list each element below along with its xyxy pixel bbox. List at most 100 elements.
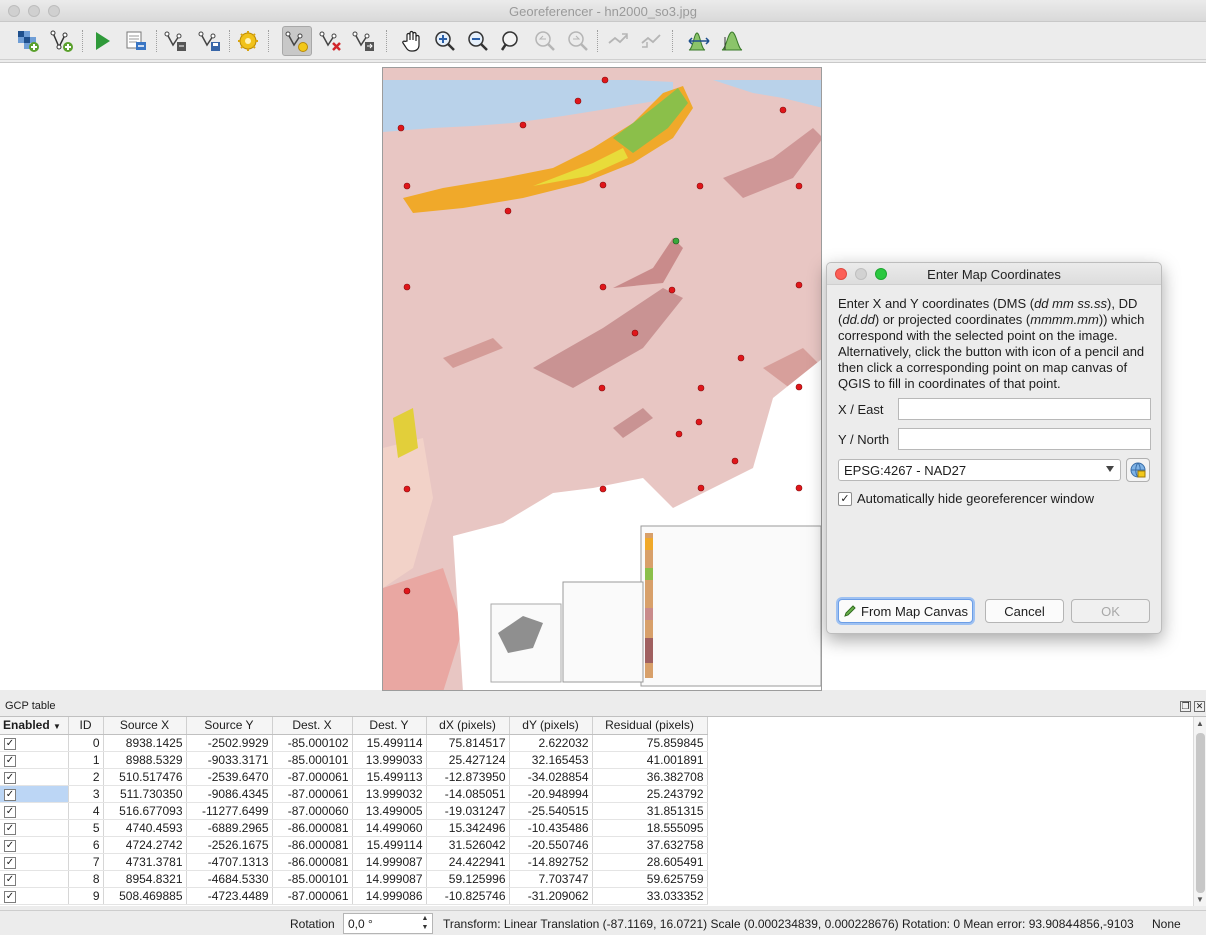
generate-gdal-script-icon[interactable]	[121, 26, 151, 56]
gcp-cell-res[interactable]: 59.625759	[592, 870, 708, 888]
gcp-table-row[interactable]: ✓ 9 508.469885 -4723.4489 -87.000061 14.99908…	[0, 887, 708, 905]
gcp-table-row[interactable]: ✓ 3 511.730350 -9086.4345 -87.000061 13.99903…	[0, 785, 708, 803]
gcp-cell-py[interactable]: 2.622032	[509, 734, 593, 752]
gcp-cell-id[interactable]: 3	[68, 785, 104, 803]
zoom-out-icon[interactable]	[463, 26, 493, 56]
gcp-cell-py[interactable]: -10.435486	[509, 819, 593, 837]
gcp-cell-dy[interactable]: 15.499114	[352, 734, 427, 752]
gcp-cell-dy[interactable]: 15.499113	[352, 768, 427, 786]
gcp-cell-px[interactable]: -10.825746	[426, 887, 510, 905]
gcp-cell-dy[interactable]: 14.999086	[352, 887, 427, 905]
gcp-cell-dx[interactable]: -85.000101	[272, 751, 353, 769]
gcp-cell-sy[interactable]: -9033.3171	[186, 751, 273, 769]
gcp-cell-py[interactable]: -14.892752	[509, 853, 593, 871]
gcp-cell-res[interactable]: 41.001891	[592, 751, 708, 769]
gcp-cell-res[interactable]: 37.632758	[592, 836, 708, 854]
col-dest-y[interactable]: Dest. Y	[352, 717, 427, 735]
gcp-table-row[interactable]: ✓ 0 8938.1425 -2502.9929 -85.000102 15.499114…	[0, 734, 708, 752]
zoom-last-icon[interactable]	[530, 26, 560, 56]
gcp-cell-sx[interactable]: 4740.4593	[103, 819, 187, 837]
gcp-enabled-cell[interactable]: ✓	[0, 870, 69, 888]
gcp-cell-sx[interactable]: 4724.2742	[103, 836, 187, 854]
gcp-cell-res[interactable]: 75.859845	[592, 734, 708, 752]
gcp-cell-sx[interactable]: 508.469885	[103, 887, 187, 905]
gcp-cell-py[interactable]: 7.703747	[509, 870, 593, 888]
gcp-cell-id[interactable]: 6	[68, 836, 104, 854]
gcp-enabled-checkbox[interactable]: ✓	[4, 857, 16, 869]
gcp-cell-px[interactable]: 15.342496	[426, 819, 510, 837]
gcp-cell-py[interactable]: -25.540515	[509, 802, 593, 820]
gcp-cell-res[interactable]: 18.555095	[592, 819, 708, 837]
gcp-cell-id[interactable]: 4	[68, 802, 104, 820]
gcp-enabled-checkbox[interactable]: ✓	[4, 874, 16, 886]
gcp-cell-dy[interactable]: 14.999087	[352, 853, 427, 871]
cancel-button[interactable]: Cancel	[985, 599, 1064, 623]
col-dy-pixels[interactable]: dY (pixels)	[509, 717, 593, 735]
raster-map-image[interactable]	[382, 67, 822, 691]
gcp-enabled-checkbox[interactable]: ✓	[4, 840, 16, 852]
gcp-enabled-checkbox[interactable]: ✓	[4, 891, 16, 903]
auto-hide-checkbox[interactable]: ✓	[838, 492, 852, 506]
x-east-input[interactable]	[898, 398, 1151, 420]
load-gcp-points-icon[interactable]	[161, 26, 191, 56]
gcp-cell-dx[interactable]: -87.000061	[272, 887, 353, 905]
gcp-enabled-checkbox[interactable]: ✓	[4, 772, 16, 784]
gcp-table-scrollbar[interactable]: ▲ ▼	[1193, 717, 1206, 906]
gcp-cell-dx[interactable]: -87.000060	[272, 802, 353, 820]
gcp-cell-dy[interactable]: 14.499060	[352, 819, 427, 837]
gcp-enabled-checkbox[interactable]: ✓	[4, 789, 16, 801]
zoom-next-icon[interactable]	[563, 26, 593, 56]
gcp-enabled-cell[interactable]: ✓	[0, 853, 69, 871]
gcp-cell-px[interactable]: 75.814517	[426, 734, 510, 752]
add-point-icon[interactable]	[47, 26, 77, 56]
gcp-enabled-cell[interactable]: ✓	[0, 802, 69, 820]
gcp-cell-sy[interactable]: -2526.1675	[186, 836, 273, 854]
gcp-cell-px[interactable]: -14.085051	[426, 785, 510, 803]
gcp-table-row[interactable]: ✓ 6 4724.2742 -2526.1675 -86.000081 15.499114…	[0, 836, 708, 854]
gcp-cell-dx[interactable]: -87.000061	[272, 768, 353, 786]
gcp-table-row[interactable]: ✓ 4 516.677093 -11277.6499 -87.000060 13.4990…	[0, 802, 708, 820]
gcp-cell-sx[interactable]: 510.517476	[103, 768, 187, 786]
gcp-cell-id[interactable]: 7	[68, 853, 104, 871]
float-dock-icon[interactable]: ❐	[1180, 701, 1191, 712]
gcp-cell-id[interactable]: 2	[68, 768, 104, 786]
transformation-settings-icon[interactable]	[233, 26, 263, 56]
gcp-cell-res[interactable]: 28.605491	[592, 853, 708, 871]
scrollbar-thumb[interactable]	[1196, 733, 1205, 893]
gcp-cell-dx[interactable]: -85.000102	[272, 734, 353, 752]
gcp-cell-sx[interactable]: 8954.8321	[103, 870, 187, 888]
gcp-cell-py[interactable]: -34.028854	[509, 768, 593, 786]
gcp-cell-sy[interactable]: -2502.9929	[186, 734, 273, 752]
col-source-y[interactable]: Source Y	[186, 717, 273, 735]
gcp-cell-res[interactable]: 36.382708	[592, 768, 708, 786]
full-histogram-stretch-icon[interactable]	[684, 26, 714, 56]
gcp-enabled-checkbox[interactable]: ✓	[4, 755, 16, 767]
zoom-to-layer-icon[interactable]	[496, 26, 526, 56]
gcp-table-row[interactable]: ✓ 2 510.517476 -2539.6470 -87.000061 15.49911…	[0, 768, 708, 786]
gcp-cell-dy[interactable]: 13.999032	[352, 785, 427, 803]
gcp-cell-dy[interactable]: 14.999087	[352, 870, 427, 888]
move-gcp-point-icon[interactable]	[349, 26, 379, 56]
gcp-cell-py[interactable]: -31.209062	[509, 887, 593, 905]
delete-point-icon[interactable]	[316, 26, 346, 56]
gcp-cell-res[interactable]: 25.243792	[592, 785, 708, 803]
gcp-enabled-cell[interactable]: ✓	[0, 734, 69, 752]
y-north-input[interactable]	[898, 428, 1151, 450]
close-dock-icon[interactable]: ✕	[1194, 701, 1205, 712]
ok-button[interactable]: OK	[1071, 599, 1150, 623]
gcp-cell-id[interactable]: 9	[68, 887, 104, 905]
gcp-cell-dx[interactable]: -86.000081	[272, 819, 353, 837]
col-enabled[interactable]: Enabled ▼	[0, 717, 69, 735]
gcp-cell-px[interactable]: 25.427124	[426, 751, 510, 769]
gcp-cell-id[interactable]: 5	[68, 819, 104, 837]
start-georeferencing-icon[interactable]	[87, 26, 117, 56]
gcp-cell-sy[interactable]: -4707.1313	[186, 853, 273, 871]
gcp-cell-px[interactable]: 24.422941	[426, 853, 510, 871]
gcp-enabled-cell[interactable]: ✓	[0, 819, 69, 837]
rotation-stepper[interactable]: ▲ ▼	[419, 914, 431, 933]
zoom-in-icon[interactable]	[430, 26, 460, 56]
gcp-cell-sy[interactable]: -2539.6470	[186, 768, 273, 786]
gcp-enabled-cell[interactable]: ✓	[0, 751, 69, 769]
gcp-cell-dx[interactable]: -87.000061	[272, 785, 353, 803]
gcp-cell-px[interactable]: -19.031247	[426, 802, 510, 820]
